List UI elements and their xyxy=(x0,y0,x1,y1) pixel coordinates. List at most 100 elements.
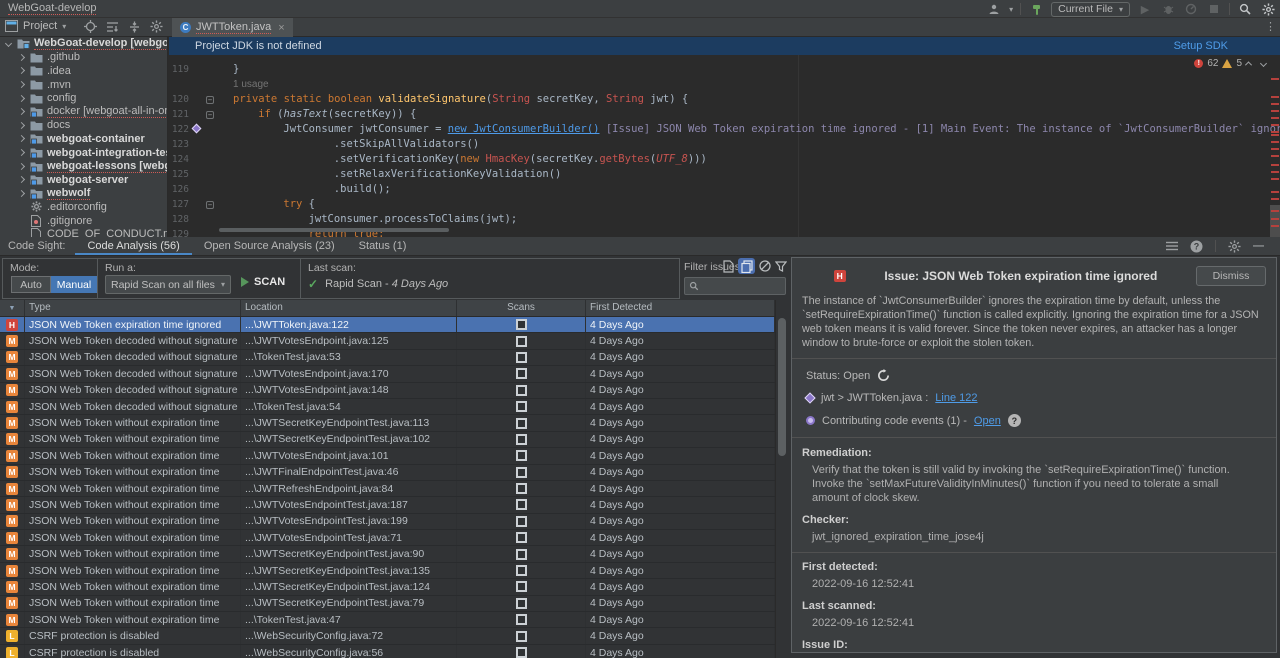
user-icon[interactable] xyxy=(986,2,1002,16)
tree-item[interactable]: config xyxy=(0,91,167,105)
code-sight-issue-icon[interactable] xyxy=(191,124,201,134)
more-icon[interactable]: ⋮ xyxy=(1265,20,1276,33)
scrollbar-thumb[interactable] xyxy=(778,318,786,456)
error-stripe-mark[interactable] xyxy=(1271,124,1279,126)
error-stripe-mark[interactable] xyxy=(1271,148,1279,150)
error-stripe-mark[interactable] xyxy=(1271,141,1279,143)
tree-item[interactable]: webwolf xyxy=(0,187,167,201)
error-stripe-mark[interactable] xyxy=(1271,134,1279,136)
inspections-widget[interactable]: ! 62 5 xyxy=(1194,58,1266,69)
next-problem-icon[interactable] xyxy=(1260,60,1267,67)
code-editor[interactable]: Project JDK is not defined Setup SDK 119… xyxy=(169,37,1280,237)
run-icon[interactable]: ▶ xyxy=(1137,2,1153,16)
issue-row[interactable]: MJSON Web Token decoded without signatur… xyxy=(0,366,775,382)
debug-icon[interactable] xyxy=(1160,2,1176,16)
issue-row[interactable]: HJSON Web Token expiration time ignored.… xyxy=(0,317,775,333)
file-scope-icon[interactable] xyxy=(720,258,737,274)
all-files-scope-icon[interactable] xyxy=(738,258,755,274)
expand-collapse-icon[interactable] xyxy=(128,21,141,33)
expand-chevron-icon[interactable] xyxy=(18,163,25,170)
expand-chevron-icon[interactable] xyxy=(18,54,25,61)
search-input[interactable] xyxy=(702,281,772,292)
gear-icon[interactable] xyxy=(150,20,163,33)
tree-item[interactable]: webgoat-container xyxy=(0,132,167,146)
issue-row[interactable]: LCSRF protection is disabled...\WebSecur… xyxy=(0,645,775,658)
tree-item[interactable]: .github xyxy=(0,51,167,65)
error-stripe-mark[interactable] xyxy=(1271,171,1279,173)
tree-item[interactable]: docker [webgoat-all-in-one-docke xyxy=(0,105,167,119)
issue-row[interactable]: MJSON Web Token without expiration time.… xyxy=(0,579,775,595)
error-stripe-scrollbar[interactable] xyxy=(1270,55,1280,237)
tab-code-analysis[interactable]: Code Analysis (56) xyxy=(75,237,191,255)
issue-row[interactable]: MJSON Web Token without expiration time.… xyxy=(0,546,775,562)
collapse-all-icon[interactable] xyxy=(106,21,119,33)
tree-item[interactable]: webgoat-server xyxy=(0,173,167,187)
issue-row[interactable]: MJSON Web Token without expiration time.… xyxy=(0,481,775,497)
user-dropdown-caret[interactable]: ▾ xyxy=(1009,5,1013,14)
previous-problem-icon[interactable] xyxy=(1245,61,1252,68)
tree-item[interactable]: webgoat-lessons [webgoat-lessons xyxy=(0,159,167,173)
issue-row[interactable]: MJSON Web Token decoded without signatur… xyxy=(0,333,775,349)
error-stripe-mark[interactable] xyxy=(1271,198,1279,200)
mode-manual-button[interactable]: Manual xyxy=(51,276,97,293)
menu-icon[interactable] xyxy=(1166,241,1178,251)
expand-chevron-icon[interactable] xyxy=(18,176,25,183)
build-hammer-icon[interactable] xyxy=(1028,2,1044,16)
error-stripe-mark[interactable] xyxy=(1271,117,1279,119)
gear-icon[interactable] xyxy=(1228,240,1241,253)
dismiss-button[interactable]: Dismiss xyxy=(1196,266,1266,286)
issue-row[interactable]: MJSON Web Token without expiration time.… xyxy=(0,514,775,530)
stop-icon[interactable] xyxy=(1206,2,1222,16)
error-stripe-mark[interactable] xyxy=(1271,178,1279,180)
fold-icon[interactable]: − xyxy=(206,96,214,104)
mode-auto-button[interactable]: Auto xyxy=(11,276,51,293)
editor-tab-jwttoken[interactable]: C JWTToken.java × xyxy=(172,18,293,37)
issue-row[interactable]: MJSON Web Token without expiration time.… xyxy=(0,563,775,579)
block-icon[interactable] xyxy=(756,258,773,274)
scan-button[interactable]: SCAN xyxy=(241,276,285,288)
error-stripe-mark[interactable] xyxy=(1271,78,1279,80)
table-scrollbar[interactable] xyxy=(775,300,787,658)
error-stripe-mark[interactable] xyxy=(1271,164,1279,166)
setup-sdk-link[interactable]: Setup SDK xyxy=(1174,40,1228,52)
error-stripe-mark[interactable] xyxy=(1271,103,1279,105)
line-link[interactable]: Line 122 xyxy=(935,392,977,404)
tree-item[interactable]: .mvn xyxy=(0,78,167,92)
issue-search-box[interactable] xyxy=(684,277,786,295)
error-stripe-mark[interactable] xyxy=(1271,155,1279,157)
tree-item[interactable]: .editorconfig xyxy=(0,200,167,214)
expand-chevron-icon[interactable] xyxy=(18,67,25,74)
issue-row[interactable]: LCSRF protection is disabled...\WebSecur… xyxy=(0,628,775,644)
column-header-location[interactable]: Location xyxy=(241,300,457,316)
column-header-type[interactable]: Type xyxy=(25,300,241,316)
locate-file-icon[interactable] xyxy=(84,20,97,33)
tree-item[interactable]: CODE_OF_CONDUCT.md xyxy=(0,227,167,237)
tree-item[interactable]: .gitignore xyxy=(0,214,167,228)
expand-chevron-icon[interactable] xyxy=(5,40,12,47)
close-icon[interactable]: × xyxy=(278,22,284,34)
table-header[interactable]: ▼ Type Location Scans First Detected xyxy=(0,300,775,317)
run-configuration-select[interactable]: Current File ▾ xyxy=(1051,2,1130,17)
issue-navigation-link[interactable]: new JwtConsumerBuilder() xyxy=(448,123,600,135)
inline-issue-annotation[interactable]: [Issue] JSON Web Token expiration time i… xyxy=(606,123,1280,135)
help-icon[interactable]: ? xyxy=(1190,240,1203,253)
error-stripe-mark[interactable] xyxy=(1271,191,1279,193)
search-icon[interactable] xyxy=(1237,2,1253,16)
expand-chevron-icon[interactable] xyxy=(18,135,25,142)
sort-indicator[interactable]: ▼ xyxy=(0,300,25,316)
fold-icon[interactable]: − xyxy=(206,201,214,209)
expand-chevron-icon[interactable] xyxy=(18,122,25,129)
issue-row[interactable]: MJSON Web Token without expiration time.… xyxy=(0,497,775,513)
tree-item[interactable]: WebGoat-develop [webgoat-parent] xyxy=(0,37,167,51)
refresh-icon[interactable] xyxy=(877,369,890,382)
gear-icon[interactable] xyxy=(1260,2,1276,16)
tree-item[interactable]: webgoat-integration-tests xyxy=(0,146,167,160)
minimize-icon[interactable]: — xyxy=(1253,240,1264,252)
error-stripe-mark[interactable] xyxy=(1271,210,1279,212)
issue-row[interactable]: MJSON Web Token without expiration time.… xyxy=(0,448,775,464)
expand-chevron-icon[interactable] xyxy=(18,190,25,197)
column-header-scans[interactable]: Scans xyxy=(457,300,586,316)
profiler-icon[interactable] xyxy=(1183,2,1199,16)
tree-item[interactable]: .idea xyxy=(0,64,167,78)
issue-row[interactable]: MJSON Web Token without expiration time.… xyxy=(0,612,775,628)
